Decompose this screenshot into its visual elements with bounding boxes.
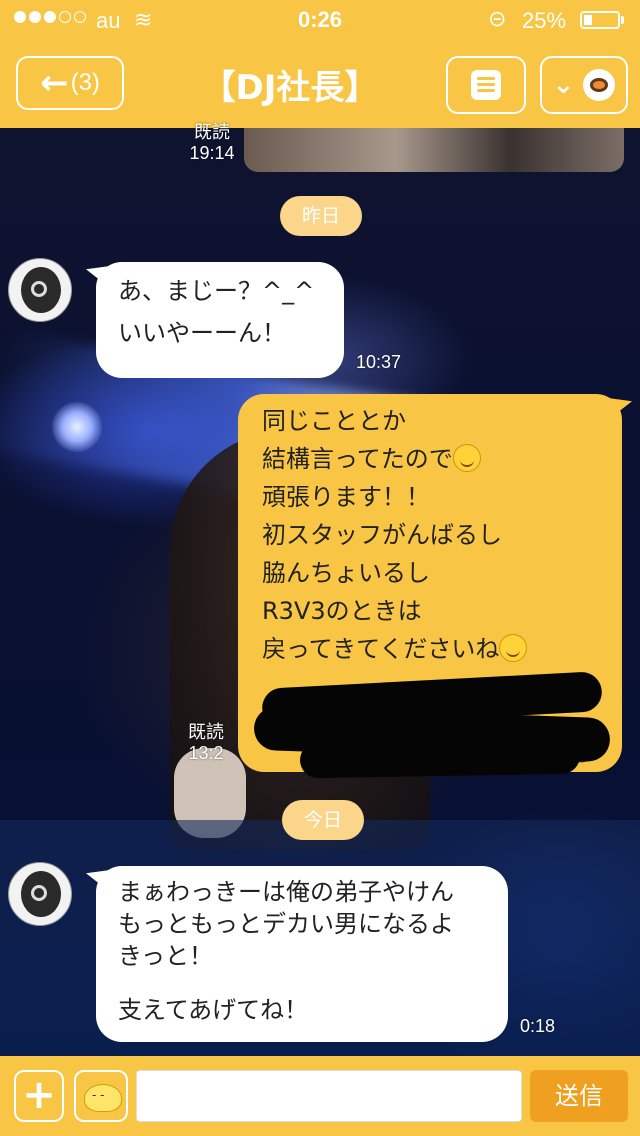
- status-bar: au ≋ 0:26 ⊝ 25%: [0, 0, 640, 40]
- battery-cap: [621, 16, 624, 24]
- message-line: 脇んちょいるし: [262, 559, 430, 587]
- message-line: R3V3のときは: [262, 597, 422, 625]
- sticker-icon[interactable]: [74, 1070, 128, 1122]
- message-time: 19:14: [189, 142, 235, 163]
- message-text: 戻ってきてくださいね: [262, 635, 500, 663]
- message-text: 結構言ってたので: [262, 445, 453, 473]
- message-input-bar: + 送信: [0, 1056, 640, 1136]
- message-line: 同じこととか: [262, 407, 406, 435]
- battery-level: [584, 15, 592, 25]
- smile-emoji-icon: [452, 444, 481, 472]
- plus-icon[interactable]: +: [14, 1070, 64, 1122]
- read-label: 既読: [188, 722, 224, 742]
- message-bubble-incoming[interactable]: まぁわっきーは俺の弟子やけん もっともっとデカい男になるよ きっと！ 支えてあげ…: [96, 866, 508, 1042]
- send-button[interactable]: 送信: [530, 1070, 628, 1122]
- message-line: 頑張ります！！: [262, 483, 430, 511]
- date-separator-today: 今日: [282, 800, 365, 840]
- avatar[interactable]: [8, 862, 72, 926]
- redaction-scribble: [299, 737, 581, 779]
- wink-emoji-icon: [499, 634, 528, 662]
- message-time: 0:18: [520, 1016, 556, 1036]
- list-icon: [471, 70, 501, 100]
- back-arrow-icon: ←: [40, 63, 69, 103]
- message-time: 10:37: [356, 352, 402, 372]
- back-button[interactable]: ← (3): [16, 56, 124, 110]
- message-time: 13:2: [188, 742, 224, 763]
- read-receipt: 既読 13:2: [176, 722, 236, 763]
- message-line: もっともっとデカい男になるよ: [118, 910, 454, 938]
- message-bubble-incoming[interactable]: あ、まじー？^_^ いいやーーん！: [96, 262, 344, 378]
- message-line: 支えてあげてね！: [118, 996, 309, 1024]
- avatar-glasses: [31, 281, 47, 297]
- avatar[interactable]: [8, 258, 72, 322]
- message-line: 初スタッフがんばるし: [262, 521, 502, 549]
- shared-image-thumbnail[interactable]: [244, 126, 624, 172]
- rotation-lock-icon: ⊝: [488, 6, 507, 31]
- message-line-with-emoji: 結構言ってたので: [262, 440, 598, 478]
- stage-light: [52, 402, 102, 452]
- date-separator-yesterday: 昨日: [280, 196, 363, 236]
- chevron-down-icon: ⌄: [552, 70, 575, 100]
- message-line: きっと！: [118, 942, 214, 970]
- more-options-button[interactable]: ⌄: [540, 56, 628, 114]
- sticker-face-icon: [583, 69, 616, 101]
- chat-title: 【DJ社長】: [201, 68, 379, 108]
- unread-count: (3): [70, 69, 100, 96]
- message-line: あ、まじー？^_^: [118, 277, 315, 305]
- chat-header: ← (3) 【DJ社長】 ⌄: [0, 40, 640, 128]
- battery-percent: 25%: [522, 8, 567, 33]
- battery-icon: [580, 11, 620, 29]
- read-label: 既読: [194, 122, 230, 142]
- read-receipt: 既読 19:14: [184, 122, 240, 163]
- sticker-egg-glyph: [84, 1084, 122, 1112]
- message-line-with-emoji: 戻ってきてくださいね: [262, 630, 598, 668]
- message-line: いいやーーん！: [118, 319, 286, 347]
- chat-menu-button[interactable]: [446, 56, 526, 114]
- avatar-glasses: [31, 885, 47, 901]
- message-line: まぁわっきーは俺の弟子やけん: [118, 878, 454, 906]
- message-input[interactable]: [136, 1070, 522, 1122]
